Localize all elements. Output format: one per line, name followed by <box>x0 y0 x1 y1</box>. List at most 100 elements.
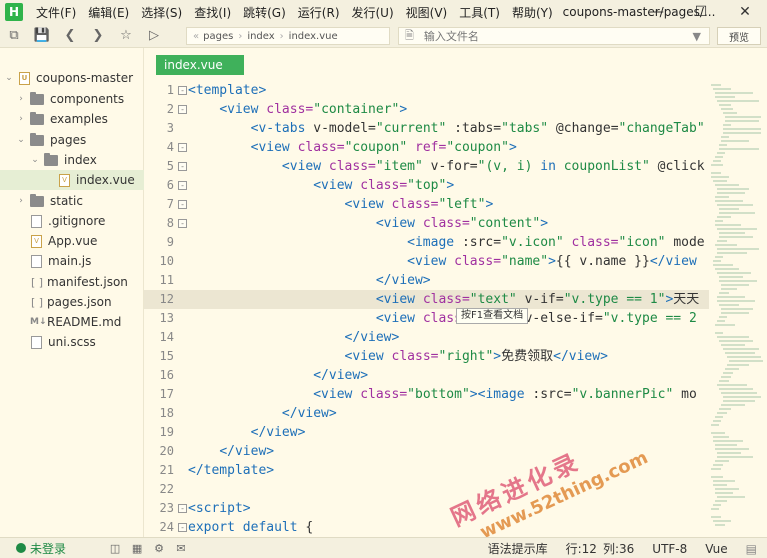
menu-find[interactable]: 查找(I) <box>188 4 237 21</box>
project-root[interactable]: ⌄ U coupons-master <box>0 68 144 88</box>
tree-folder-examples[interactable]: › examples <box>0 109 144 129</box>
tree-label: pages.json <box>47 295 112 309</box>
close-icon[interactable]: ✕ <box>723 0 767 24</box>
message-icon[interactable]: ✉ <box>170 542 192 555</box>
code-line: 20 </view> <box>159 444 275 459</box>
breadcrumb-item[interactable]: pages <box>203 31 233 42</box>
maximize-icon[interactable]: ☐ <box>679 0 723 24</box>
code-line-current: 12 <view class="text" v-if="v.type == 1"… <box>144 290 709 309</box>
status-icons: ◫ ▦ ⚙ ✉ <box>104 542 192 555</box>
code-line: 5- <view class="item" v-for="(v, i) in c… <box>166 159 705 174</box>
chevron-right-icon: › <box>238 30 243 42</box>
menu-view[interactable]: 视图(V) <box>400 4 454 21</box>
file-icon <box>31 214 42 228</box>
code-editor[interactable]: index.vue 1- <template> 2- <view class="c… <box>144 48 767 537</box>
login-status[interactable]: 未登录 <box>16 540 66 557</box>
window-controls: — ☐ ✕ <box>635 0 767 24</box>
tree-folder-pages[interactable]: ⌄ pages <box>0 130 144 150</box>
status-right: 语法提示库 行:12 列:36 UTF-8 Vue ▤ <box>488 538 767 558</box>
menu-goto[interactable]: 跳转(G) <box>237 4 292 21</box>
tree-label: components <box>50 92 125 106</box>
chevron-down-icon: ⌄ <box>31 155 39 165</box>
star-icon[interactable]: ☆ <box>112 24 140 48</box>
chevrons-left-icon[interactable]: « <box>193 31 199 42</box>
code-line: 22 <box>159 482 174 496</box>
menubar: H 文件(F) 编辑(E) 选择(S) 查找(I) 跳转(G) 运行(R) 发行… <box>0 0 767 24</box>
breadcrumb: « pages › index › index.vue <box>186 27 390 45</box>
tree-label: pages <box>50 133 87 147</box>
forward-arrow-icon[interactable]: ❯ <box>84 24 112 48</box>
back-arrow-icon[interactable]: ❮ <box>56 24 84 48</box>
tree-file-pages-json[interactable]: [ ] pages.json <box>0 292 144 312</box>
code-line: 3 <v-tabs v-model="current" :tabs="tabs"… <box>166 121 705 136</box>
tree-label: index <box>64 153 97 167</box>
code-line: 23- <script> <box>159 501 251 516</box>
code-line: 6- <view class="top"> <box>166 178 455 193</box>
terminal-icon[interactable]: ▦ <box>126 542 148 555</box>
breadcrumb-item[interactable]: index <box>247 31 274 42</box>
folder-icon <box>30 91 44 105</box>
json-file-icon: [ ] <box>31 295 44 309</box>
code-area[interactable]: 1- <template> 2- <view class="container">… <box>144 81 709 537</box>
minimap-preview <box>711 84 763 526</box>
language-mode[interactable]: Vue <box>705 542 727 556</box>
tree-file-main-js[interactable]: main.js <box>0 251 144 271</box>
tree-label: index.vue <box>76 173 135 187</box>
cursor-column[interactable]: 列:36 <box>603 540 634 557</box>
folder-icon <box>30 111 44 125</box>
code-line: 9 <image :src="v.icon" class="icon" mode <box>166 235 705 250</box>
layout-icon[interactable]: ▤ <box>746 542 757 556</box>
markdown-file-icon: M↓ <box>30 317 47 327</box>
menu-file[interactable]: 文件(F) <box>30 4 82 21</box>
code-line: 4- <view class="coupon" ref="coupon"> <box>166 140 517 155</box>
tree-folder-static[interactable]: › static <box>0 191 144 211</box>
file-search-box: 🗎 ▼ <box>398 27 710 45</box>
tree-folder-index[interactable]: ⌄ index <box>0 150 144 170</box>
project-explorer: ⌄ U coupons-master › components › exampl… <box>0 48 144 537</box>
tree-file-app-vue[interactable]: V App.vue <box>0 231 144 251</box>
syntax-library-link[interactable]: 语法提示库 <box>488 540 548 557</box>
minimize-icon[interactable]: — <box>635 0 679 24</box>
json-file-icon: [ ] <box>31 275 44 289</box>
settings-icon[interactable]: ⚙ <box>148 542 170 555</box>
menu-edit[interactable]: 编辑(E) <box>82 4 135 21</box>
chevron-down-icon: ⌄ <box>17 135 25 145</box>
code-line: 8- <view class="content"> <box>166 216 549 231</box>
file-name-input[interactable] <box>423 29 674 43</box>
new-file-icon[interactable]: ⧉ <box>0 24 28 48</box>
user-icon <box>16 543 26 553</box>
tree-file-gitignore[interactable]: .gitignore <box>0 211 144 231</box>
save-icon[interactable]: 💾 <box>28 24 56 48</box>
project-icon: U <box>19 71 30 85</box>
menu-run[interactable]: 运行(R) <box>292 4 346 21</box>
folder-icon <box>44 152 58 166</box>
chevron-right-icon: › <box>19 114 23 124</box>
menu-help[interactable]: 帮助(Y) <box>506 4 559 21</box>
encoding[interactable]: UTF-8 <box>652 542 687 556</box>
tree-folder-components[interactable]: › components <box>0 89 144 109</box>
minimap[interactable] <box>709 81 767 537</box>
tree-file-readme[interactable]: M↓ README.md <box>0 312 144 332</box>
tree-label: coupons-master <box>36 71 134 85</box>
menu-publish[interactable]: 发行(U) <box>346 4 400 21</box>
preview-button[interactable]: 预览 <box>717 27 761 45</box>
tree-label: static <box>50 194 83 208</box>
app-logo: H <box>5 3 23 21</box>
tree-file-uni-scss[interactable]: uni.scss <box>0 332 144 352</box>
filter-icon[interactable]: ▼ <box>693 30 701 43</box>
chevron-down-icon: ⌄ <box>5 73 13 83</box>
run-icon[interactable]: ▷ <box>140 24 168 48</box>
menu-select[interactable]: 选择(S) <box>135 4 188 21</box>
tree-label: manifest.json <box>47 275 128 289</box>
breadcrumb-item[interactable]: index.vue <box>289 31 338 42</box>
tab-index-vue[interactable]: index.vue <box>156 55 244 75</box>
folder-icon <box>30 132 44 146</box>
tree-file-index-vue[interactable]: V index.vue <box>0 170 144 190</box>
sidebar-toggle-icon[interactable]: ◫ <box>104 542 126 555</box>
cursor-line[interactable]: 行:12 <box>566 540 597 557</box>
menu-tools[interactable]: 工具(T) <box>453 4 506 21</box>
code-line: 19 </view> <box>159 425 306 440</box>
code-line: 10 <view class="name">{{ v.name }}</view <box>159 254 697 269</box>
code-line: 24- export default { <box>159 520 314 535</box>
tree-file-manifest-json[interactable]: [ ] manifest.json <box>0 272 144 292</box>
